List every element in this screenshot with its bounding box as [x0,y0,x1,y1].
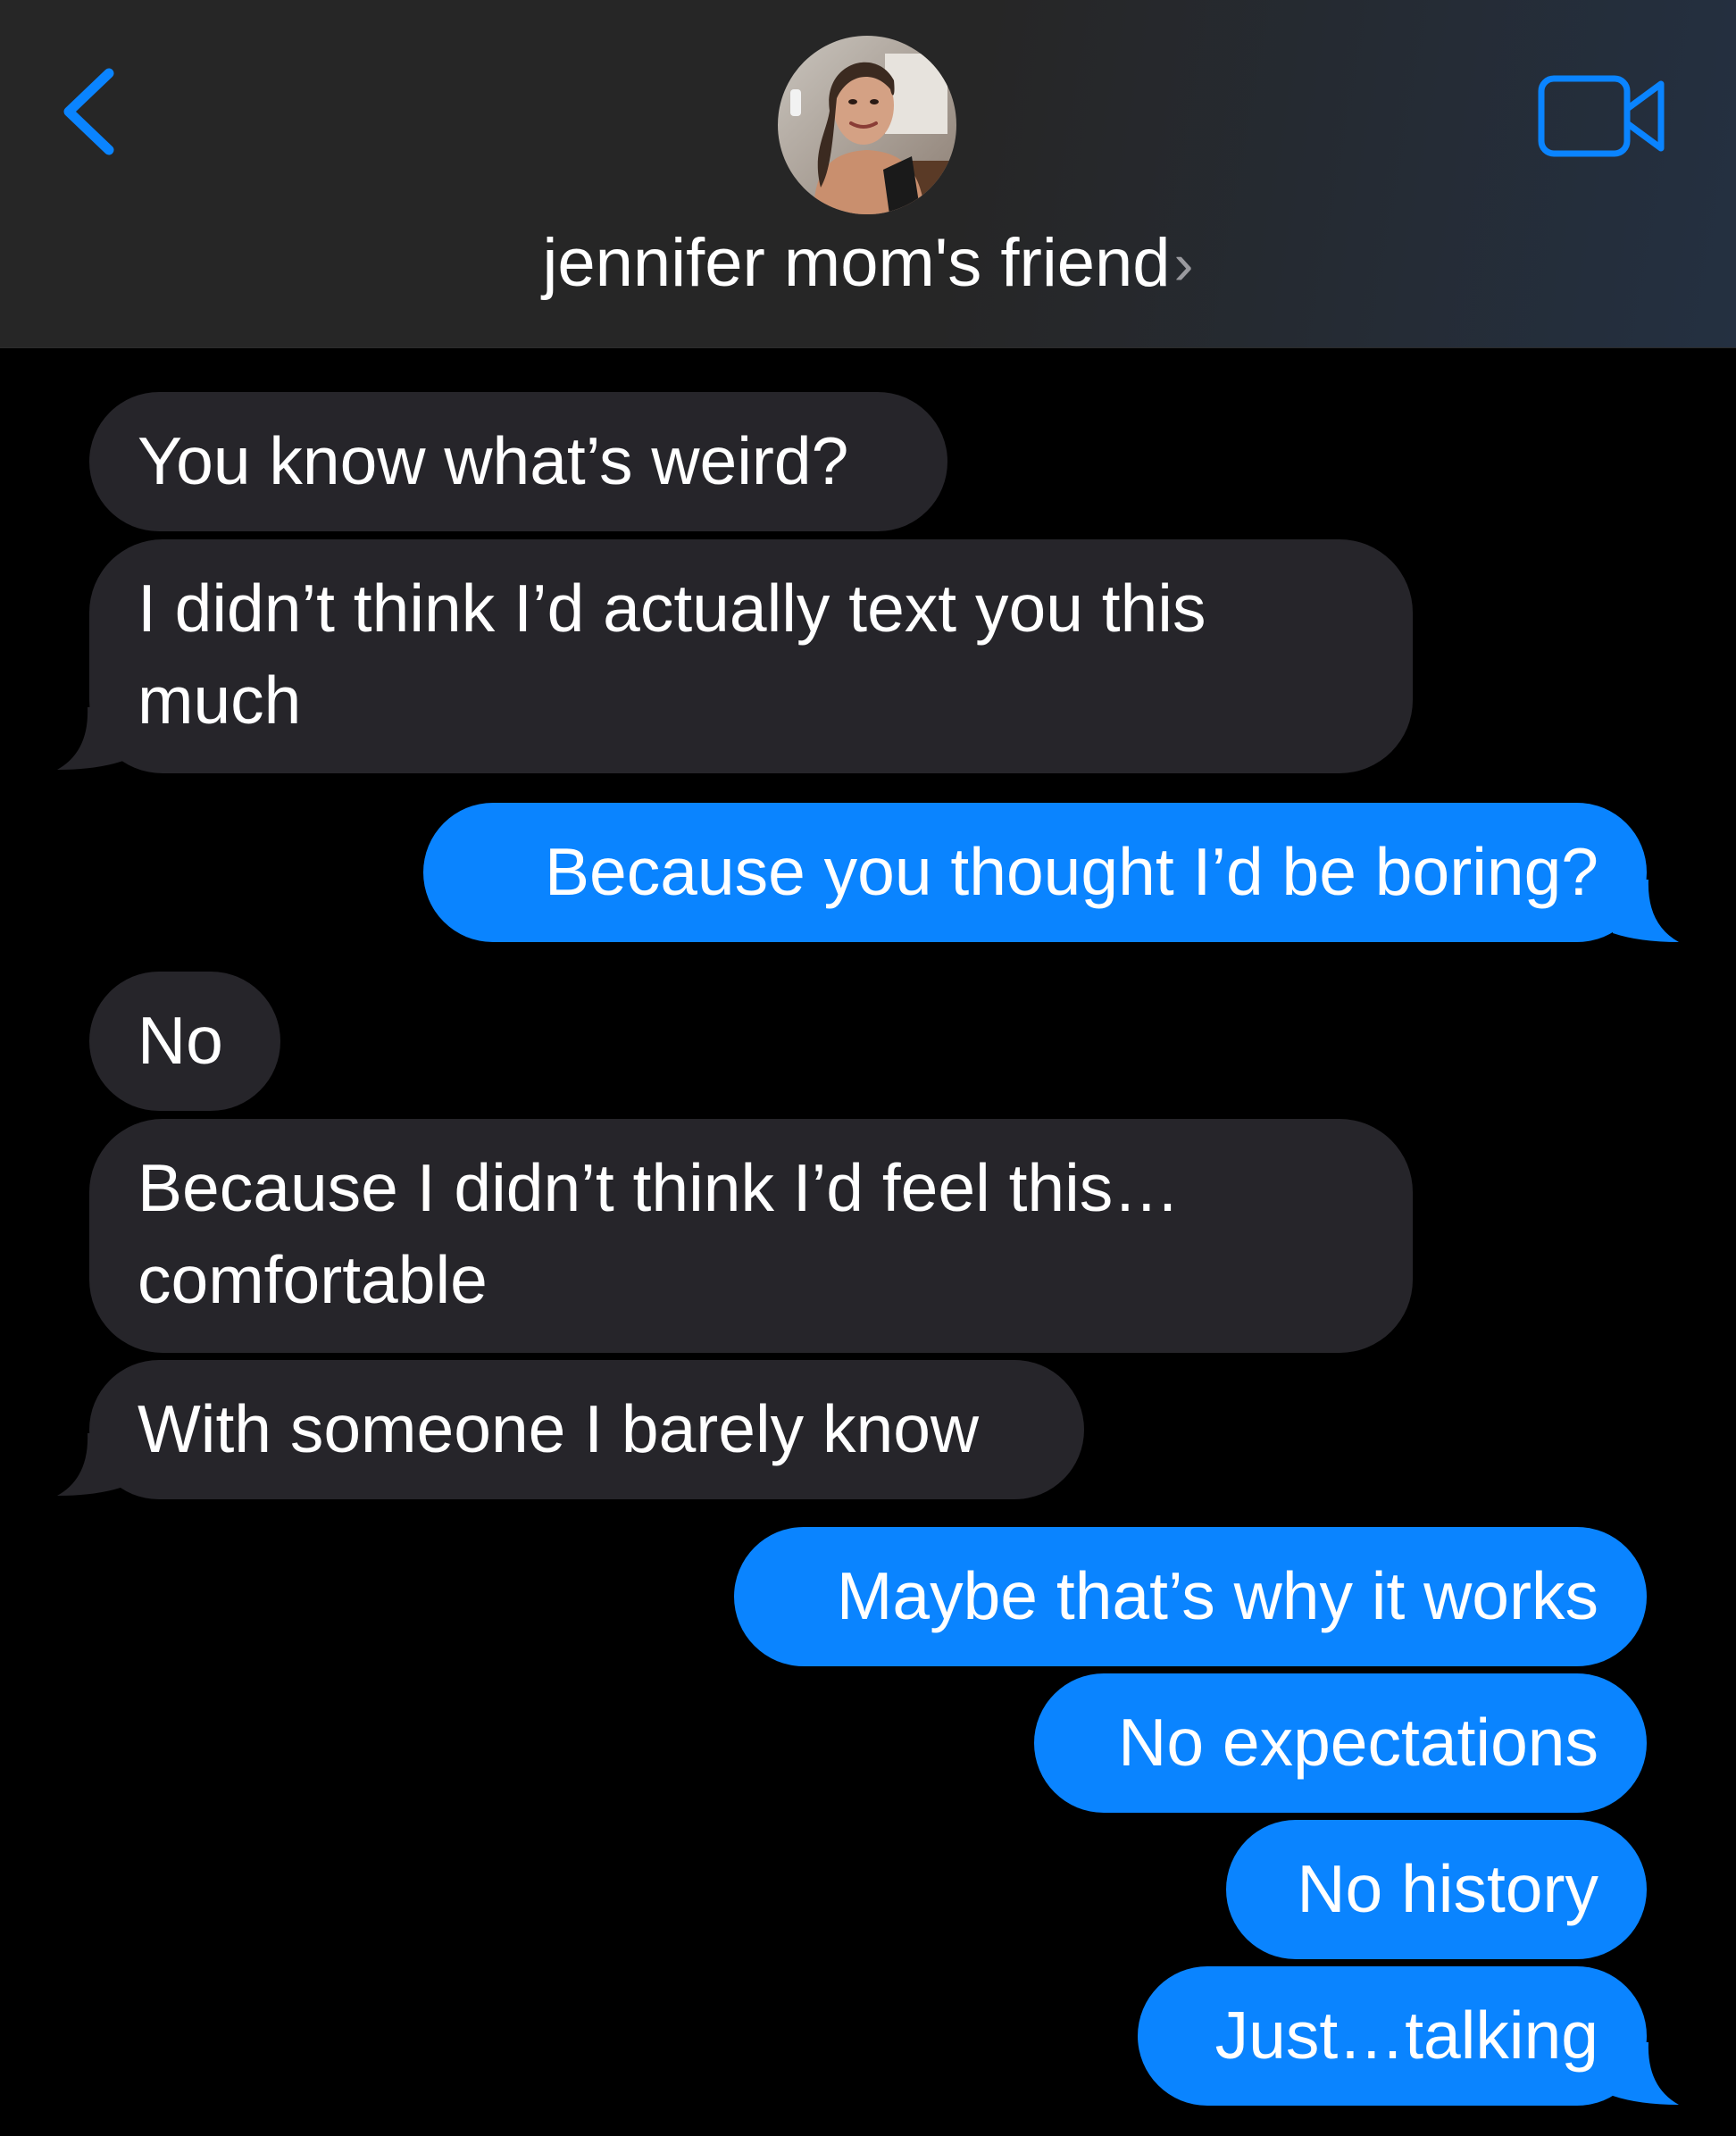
message-text: You know what’s weird? [138,423,849,498]
incoming-message-bubble[interactable]: I didn’t think I’d actually text you thi… [89,539,1413,773]
incoming-message-bubble[interactable]: Because I didn’t think I’d feel this… co… [89,1119,1413,1353]
message-text: Just…talking [1214,1998,1598,2073]
message-text: With someone I barely know [138,1391,980,1466]
message-thread[interactable]: You know what’s weird? I didn’t think I’… [0,347,1736,2136]
outgoing-message-bubble[interactable]: Maybe that’s why it works [734,1527,1647,1666]
outgoing-message-bubble[interactable]: Just…talking [1138,1966,1647,2106]
back-button[interactable] [55,63,127,161]
message-text-line: much [138,663,302,738]
incoming-message-bubble[interactable]: You know what’s weird? [89,392,947,531]
outgoing-message-bubble[interactable]: No history [1226,1820,1647,1959]
contact-avatar[interactable] [778,36,956,214]
outgoing-message-bubble[interactable]: No expectations [1034,1673,1647,1813]
outgoing-message-bubble[interactable]: Because you thought I’d be boring? [423,803,1647,942]
message-text: No [138,1003,223,1078]
contact-name-button[interactable]: jennifer mom's friend› [0,223,1736,304]
incoming-message-bubble[interactable]: No [89,972,280,1111]
message-text-line: I didn’t think I’d actually text you thi… [138,571,1206,646]
facetime-video-button[interactable] [1536,71,1670,161]
avatar-photo [778,36,956,214]
message-text-line: Because I didn’t think I’d feel this… [138,1150,1181,1225]
message-text-line: comfortable [138,1242,488,1317]
message-text: Because you thought I’d be boring? [544,834,1598,909]
message-text: No history [1297,1851,1598,1926]
message-text: No expectations [1118,1705,1598,1780]
incoming-message-bubble[interactable]: With someone I barely know [89,1360,1084,1499]
contact-name-label: jennifer mom's friend [542,225,1171,301]
chevron-right-icon: › [1173,230,1194,296]
conversation-header: jennifer mom's friend› [0,0,1736,348]
message-text: Maybe that’s why it works [836,1558,1598,1633]
chevron-left-icon [63,68,114,155]
video-camera-icon [1538,75,1665,157]
